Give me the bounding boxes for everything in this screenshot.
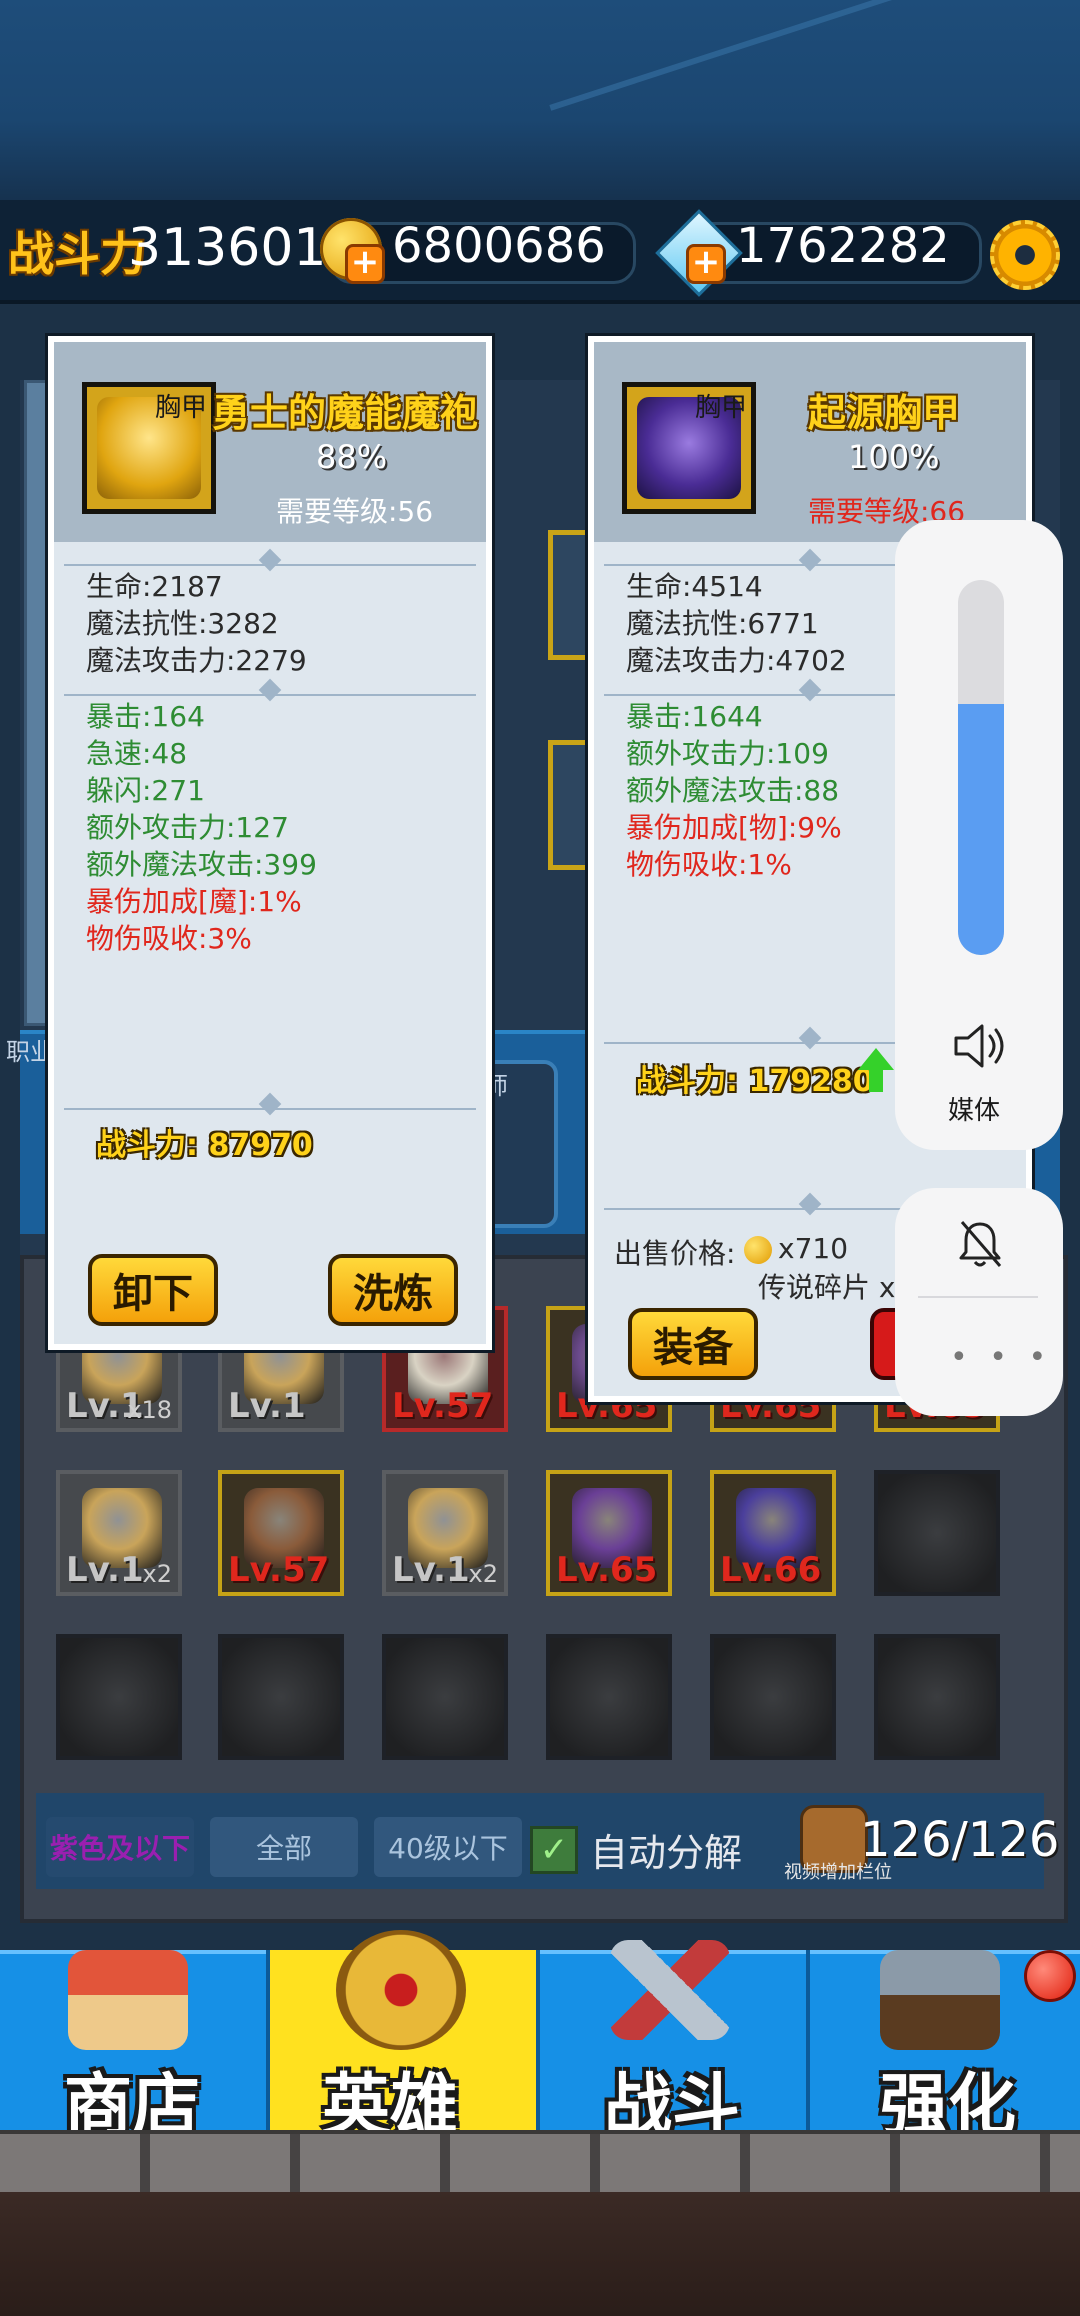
gold-value: 6800686 [392,218,606,274]
stat-line: 暴伤加成[魔]:1% [86,885,302,918]
power-up-arrow-stem [869,1070,883,1092]
stat-line: 物伤吸收:1% [626,848,792,881]
item-level: Lv.1 [228,1386,306,1426]
stat-line: 暴击:164 [86,700,205,733]
stat-line: 暴伤加成[物]:9% [626,811,842,844]
notification-dot [1024,1950,1076,2002]
inventory-slot[interactable]: Lv.66 [710,1470,836,1596]
reforge-button[interactable]: 洗炼 [328,1254,458,1326]
combat-power: 战斗力: 87970 [96,1128,313,1163]
item-requirement: 需要等级:56 [276,495,434,528]
inventory-slot[interactable] [382,1634,508,1760]
add-gold-icon[interactable]: + [345,244,385,284]
stat-line: 魔法抗性:6771 [626,607,819,640]
auto-decompose-checkbox[interactable]: ✓ [530,1826,578,1874]
battle-swords-icon [610,1940,730,2040]
sell-coins: x710 [778,1232,849,1265]
stat-line: 魔法攻击力:2279 [86,644,307,677]
item-level: Lv.66 [720,1550,822,1590]
inventory-slot[interactable] [56,1634,182,1760]
anvil-hammer-icon [880,1950,1000,2050]
nav-divider [806,1950,810,2130]
item-count: x2 [142,1560,172,1588]
ground [0,2192,1080,2316]
stat-line: 魔法抗性:3282 [86,607,279,640]
stat-line: 额外攻击力:127 [86,811,289,844]
bell-mute-icon[interactable] [950,1214,1010,1274]
item-level: Lv.57 [392,1386,494,1426]
nav-divider [266,1950,270,2130]
inventory-slot[interactable]: Lv.65 [546,1470,672,1596]
inventory-slot[interactable] [546,1634,672,1760]
panel-divider [918,1296,1038,1298]
item-name: 起源胸甲 [808,391,961,435]
item-count: x2 [468,1560,498,1588]
media-label: 媒体 [948,1096,1001,1126]
volume-level [958,703,1004,955]
stat-line: 生命:4514 [626,570,763,603]
speaker-icon[interactable] [950,1020,1010,1072]
equipped-item-card: 胸甲 勇士的魔能魔袍 88% 需要等级:56 生命:2187 魔法抗性:3282… [45,333,495,1353]
brick-wall [0,2130,1080,2196]
stat-line: 急速:48 [86,737,188,770]
coin-icon [744,1236,772,1264]
settings-gear-icon[interactable] [990,220,1060,290]
item-level: Lv.1 [392,1550,470,1590]
inventory-slot[interactable]: Lv.1 x2 [56,1470,182,1596]
inventory-slot[interactable] [710,1634,836,1760]
stat-line: 魔法攻击力:4702 [626,644,847,677]
inventory-slot[interactable] [874,1634,1000,1760]
sell-price-label: 出售价格: [614,1237,736,1270]
sell-shards: 传说碎片 x9 [758,1271,914,1304]
power-up-arrow-icon [858,1048,894,1070]
nav-divider [536,1950,540,2130]
item-name: 勇士的魔能魔袍 [212,391,479,435]
slot-tag: 胸甲 [154,393,207,423]
stat-line: 躲闪:271 [86,774,205,807]
hero-helmet-icon [336,1930,466,2050]
combat-power: 战斗力: 179280 [636,1064,874,1099]
separator [64,548,476,572]
add-gem-icon[interactable]: + [686,244,726,284]
item-level: Lv.57 [228,1550,330,1590]
item-quality: 100% [848,438,940,476]
auto-decompose-label: 自动分解 [590,1831,743,1875]
filter-purple-below[interactable]: 紫色及以下 [46,1817,194,1877]
inventory-slot[interactable]: Lv.1 x2 [382,1470,508,1596]
item-level: Lv.65 [556,1550,658,1590]
stat-line: 额外魔法攻击:399 [86,848,317,881]
item-icon-chest: 胸甲 [82,382,216,514]
volume-slider[interactable] [958,580,1004,955]
shop-icon [68,1950,188,2050]
capacity-hint[interactable]: 视频增加栏位 [784,1858,892,1884]
inventory-slot[interactable] [874,1470,1000,1596]
equip-button[interactable]: 装备 [628,1308,758,1380]
filter-all[interactable]: 全部 [210,1817,358,1877]
sky-background [0,0,1080,200]
inventory-slot[interactable] [218,1634,344,1760]
item-count: x18 [127,1396,172,1424]
class-side-label: 职业 [6,1038,54,1066]
power-label: 战斗力 [8,227,146,281]
inventory-slot[interactable]: Lv.57 [218,1470,344,1596]
filter-below-40[interactable]: 40级以下 [374,1817,522,1877]
item-level: Lv.1 [66,1550,144,1590]
more-options-icon[interactable]: • • • [950,1340,1052,1375]
separator [64,1092,476,1116]
item-quality: 88% [316,438,388,476]
slot-tag: 胸甲 [694,393,747,423]
unequip-button[interactable]: 卸下 [88,1254,218,1326]
stat-line: 额外攻击力:109 [626,737,829,770]
stat-line: 暴击:1644 [626,700,763,733]
stat-line: 额外魔法攻击:88 [626,774,840,807]
item-icon-chest: 胸甲 [622,382,756,514]
stat-line: 物伤吸收:3% [86,922,252,955]
stat-line: 生命:2187 [86,570,223,603]
separator [64,678,476,702]
gem-value: 1762282 [736,218,950,274]
